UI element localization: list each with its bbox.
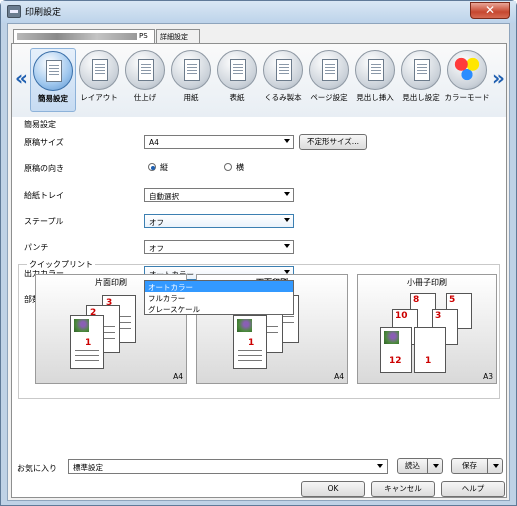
- load-split-button[interactable]: 読込: [397, 458, 443, 474]
- custom-size-button[interactable]: 不定形サイズ...: [299, 134, 367, 150]
- save-menu-icon[interactable]: [490, 459, 502, 473]
- function-icon-bar: « 簡易設定 レイアウト 仕上げ 用紙 表紙 くるみ製本 ページ設定 見出し挿入…: [12, 44, 506, 117]
- portrait-radio[interactable]: [148, 163, 156, 171]
- paper-size-badge: A4: [334, 372, 344, 381]
- paper-size-badge: A4: [173, 372, 183, 381]
- load-button[interactable]: 読込: [398, 459, 428, 473]
- main-panel: « 簡易設定 レイアウト 仕上げ 用紙 表紙 くるみ製本 ページ設定 見出し挿入…: [11, 43, 507, 498]
- save-button[interactable]: 保存: [452, 459, 488, 473]
- chevron-down-icon: [284, 139, 290, 143]
- iconbar-color-mode[interactable]: カラーモード: [444, 48, 490, 112]
- iconbar-tab-insert[interactable]: 見出し挿入: [352, 48, 398, 112]
- iconbar-paper[interactable]: 用紙: [168, 48, 214, 112]
- paper-size-select[interactable]: A4: [144, 135, 294, 149]
- color-mode-icon: [447, 50, 487, 90]
- perfect-binding-icon: [263, 50, 303, 90]
- cancel-button[interactable]: キャンセル: [371, 481, 435, 497]
- iconbar-perfect-binding[interactable]: くるみ製本: [260, 48, 306, 112]
- basic-settings-icon: [33, 51, 73, 91]
- orientation-label: 原稿の向き: [24, 164, 64, 173]
- load-menu-icon[interactable]: [430, 459, 442, 473]
- printer-name-redacted: [17, 32, 137, 40]
- tab-insert-icon: [355, 50, 395, 90]
- card-title: 小冊子印刷: [407, 278, 447, 287]
- page-setup-icon: [309, 50, 349, 90]
- quick-print-title: クイックプリント: [27, 259, 95, 270]
- favorites-label: お気に入り: [17, 464, 57, 473]
- page-thumb: 1: [233, 315, 267, 369]
- landscape-radio[interactable]: [224, 163, 232, 171]
- title-bar: 印刷設定 ✕: [1, 1, 516, 23]
- portrait-label: 縦: [160, 163, 168, 172]
- finishing-icon: [125, 50, 165, 90]
- iconbar-page-setup[interactable]: ページ設定: [306, 48, 352, 112]
- color-option-full[interactable]: フルカラー: [145, 292, 293, 303]
- tab-printer[interactable]: PS: [13, 29, 155, 44]
- staple-label: ステープル: [24, 217, 64, 226]
- chevron-down-icon: [284, 244, 290, 248]
- page-thumb: 1: [70, 315, 104, 369]
- favorites-select[interactable]: 標準設定: [68, 459, 388, 474]
- chevron-down-icon: [284, 218, 290, 222]
- paper-size-label: 原稿サイズ: [24, 138, 64, 147]
- paper-icon: [171, 50, 211, 90]
- close-button[interactable]: ✕: [470, 2, 510, 19]
- group-title: 簡易設定: [24, 120, 56, 129]
- tab-detailed-settings[interactable]: 詳細設定: [156, 29, 200, 43]
- iconbar-layout[interactable]: レイアウト: [76, 48, 122, 112]
- iconbar-tab-settings[interactable]: 見出し設定: [398, 48, 444, 112]
- scroll-right-icon[interactable]: »: [492, 66, 505, 90]
- punch-label: パンチ: [24, 243, 49, 252]
- flower-image-icon: [74, 319, 89, 332]
- page-thumb: 12: [380, 327, 412, 373]
- staple-select[interactable]: オフ: [144, 214, 294, 228]
- paper-size-badge: A3: [483, 372, 493, 381]
- tab-settings-icon: [401, 50, 441, 90]
- punch-select[interactable]: オフ: [144, 240, 294, 254]
- landscape-label: 横: [236, 163, 244, 172]
- chevron-down-icon: [284, 192, 290, 196]
- scroll-left-icon[interactable]: «: [15, 66, 28, 90]
- dialog-client: PS 詳細設定 « 簡易設定 レイアウト 仕上げ 用紙 表紙 くるみ製本 ページ…: [7, 23, 510, 501]
- color-option-gray[interactable]: グレースケール: [145, 303, 293, 314]
- printer-icon: [7, 5, 21, 18]
- layout-icon: [79, 50, 119, 90]
- iconbar-finish[interactable]: 仕上げ: [122, 48, 168, 112]
- iconbar-basic[interactable]: 簡易設定: [30, 48, 76, 112]
- iconbar-cover[interactable]: 表紙: [214, 48, 260, 112]
- cover-icon: [217, 50, 257, 90]
- color-option-auto[interactable]: オートカラー: [145, 281, 293, 292]
- chevron-down-icon: [377, 464, 383, 468]
- tray-select[interactable]: 自動選択: [144, 188, 294, 202]
- page-thumb: 1: [414, 327, 446, 373]
- help-button[interactable]: ヘルプ: [441, 481, 505, 497]
- flower-image-icon: [384, 331, 399, 344]
- quick-print-booklet[interactable]: 小冊子印刷 8 5 10 3 12 1 A3: [357, 274, 497, 384]
- flower-image-icon: [237, 319, 252, 332]
- window-title: 印刷設定: [25, 8, 62, 18]
- ok-button[interactable]: OK: [301, 481, 365, 497]
- save-split-button[interactable]: 保存: [451, 458, 503, 474]
- output-color-dropdown: オートカラー フルカラー グレースケール: [144, 280, 294, 315]
- print-settings-window: 印刷設定 ✕ PS 詳細設定 « 簡易設定 レイアウト 仕上げ 用紙 表紙 くる…: [0, 0, 517, 506]
- tray-label: 給紙トレイ: [24, 191, 64, 200]
